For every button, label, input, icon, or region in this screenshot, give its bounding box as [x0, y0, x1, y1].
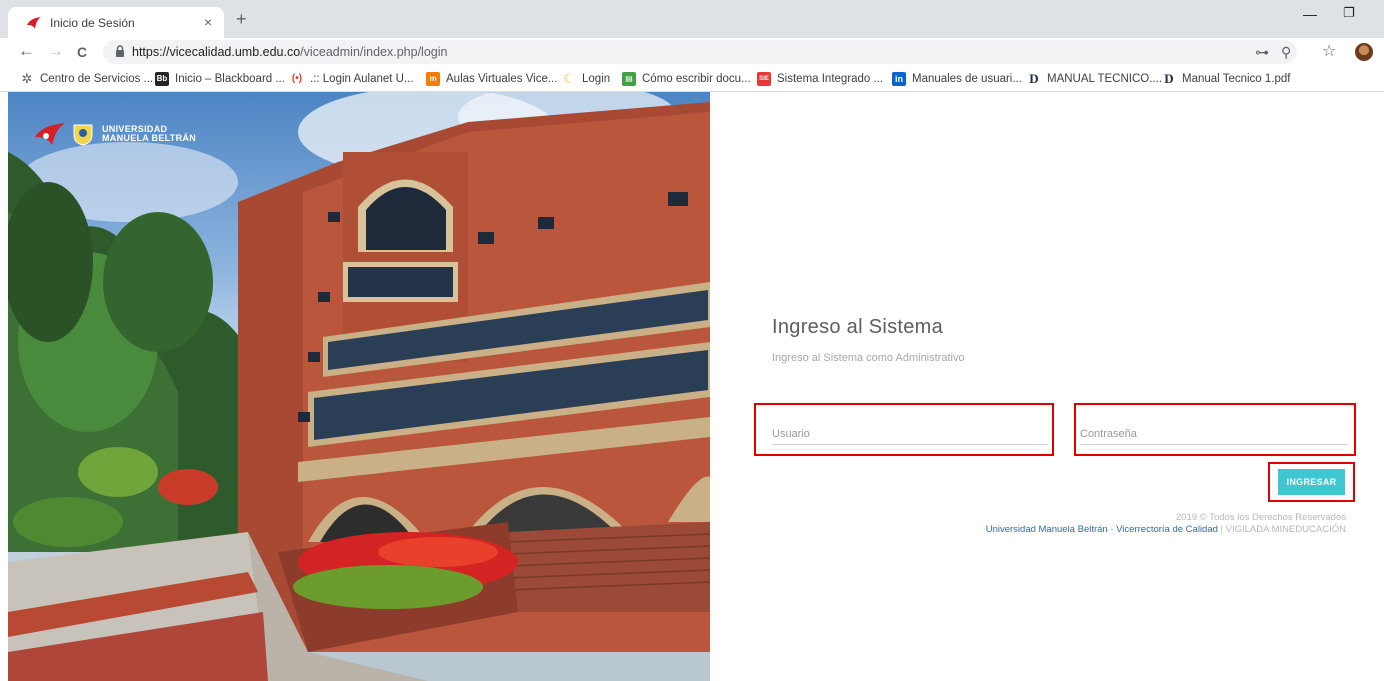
bookmark-item[interactable]: Bb Inicio – Blackboard ...	[155, 71, 285, 87]
blackboard-icon: Bb	[155, 72, 169, 86]
bookmarks-bar: ✲ Centro de Servicios ... Bb Inicio – Bl…	[0, 66, 1384, 92]
logo-line-2: MANUELA BELTRÁN	[102, 133, 196, 143]
footer-copyright: 2019 © Todos los Derechos Reservados	[1175, 512, 1346, 523]
bookmark-label: Aulas Virtuales Vice...	[446, 73, 558, 85]
aulanet-icon: (•)	[291, 73, 303, 84]
bookmark-item[interactable]: (•) .:: Login Aulanet U...	[290, 71, 414, 87]
bookmark-item[interactable]: ☾ Login	[562, 71, 610, 87]
apps-icon: ✲	[21, 71, 33, 86]
window-minimize-button[interactable]: —	[1303, 6, 1317, 22]
logo-text: UNIVERSIDAD MANUELA BELTRÁN	[102, 125, 196, 143]
bookmark-item[interactable]: ✲ Centro de Servicios ...	[20, 71, 154, 87]
profile-avatar[interactable]	[1355, 43, 1373, 61]
bookmark-label: Manuales de usuari...	[912, 73, 1022, 85]
tab-title: Inicio de Sesión	[50, 16, 135, 30]
sie-icon: SIE	[757, 72, 771, 86]
bookmark-item[interactable]: ▤ Cómo escribir docu...	[622, 71, 751, 87]
login-icon: ☾	[563, 71, 575, 86]
bookmark-item[interactable]: D MANUAL TECNICO....	[1027, 71, 1162, 87]
docs-icon: ▤	[622, 72, 636, 86]
login-panel: Ingreso al Sistema Ingreso al Sistema co…	[711, 92, 1384, 681]
window-restore-button[interactable]: ❐	[1343, 5, 1355, 21]
username-input[interactable]	[772, 423, 1048, 445]
bookmark-item[interactable]: m Aulas Virtuales Vice...	[426, 71, 557, 87]
vigilada-text: VIGILADA MINEDUCACIÓN	[1225, 524, 1346, 535]
campus-building-illustration	[8, 92, 710, 681]
bookmark-label: Login	[582, 73, 611, 85]
reload-icon[interactable]: C	[77, 42, 87, 62]
page-subtitle: Ingreso al Sistema como Administrativo	[772, 352, 965, 364]
bookmark-label: Centro de Servicios ...	[40, 73, 154, 85]
bookmark-label: Sistema Integrado ...	[777, 73, 884, 85]
bookmark-item[interactable]: SIE Sistema Integrado ...	[757, 71, 883, 87]
browser-tab-bar: Inicio de Sesión × + — ❐	[0, 0, 1384, 38]
doc-d-icon: D	[1164, 71, 1174, 86]
back-arrow-icon[interactable]: ←	[18, 41, 35, 61]
browser-tab-active[interactable]: Inicio de Sesión ×	[8, 7, 224, 38]
bookmark-item[interactable]: D Manual Tecnico 1.pdf	[1162, 71, 1290, 87]
url-host: https://vicecalidad.umb.edu.co	[132, 45, 301, 59]
zoom-icon[interactable]: ⚲	[1281, 44, 1291, 61]
bookmark-label: Cómo escribir docu...	[642, 73, 751, 85]
umb-crest-icon	[73, 124, 93, 146]
bookmark-label: Manual Tecnico 1.pdf	[1182, 73, 1291, 85]
browser-toolbar: ← → C https://vicecalidad.umb.edu.co/vic…	[0, 38, 1384, 66]
institution-link[interactable]: Universidad Manuela Beltrán · Vicerrecto…	[986, 524, 1218, 535]
linkedin-icon: in	[892, 72, 906, 86]
bookmark-item[interactable]: in Manuales de usuari...	[892, 71, 1022, 87]
bookmark-label: Inicio – Blackboard ...	[175, 73, 285, 85]
page-title: Ingreso al Sistema	[772, 316, 944, 338]
password-input[interactable]	[1080, 423, 1348, 445]
campus-hero-image: UNIVERSIDAD MANUELA BELTRÁN	[8, 92, 710, 681]
bookmark-label: MANUAL TECNICO....	[1047, 73, 1163, 85]
new-tab-button[interactable]: +	[236, 9, 247, 29]
url-path: /viceadmin/index.php/login	[300, 45, 448, 59]
bookmark-label: .:: Login Aulanet U...	[310, 73, 414, 85]
tab-close-icon[interactable]: ×	[204, 14, 212, 30]
lock-icon	[116, 45, 124, 57]
key-icon[interactable]: ⊶	[1255, 44, 1269, 61]
address-bar[interactable]: https://vicecalidad.umb.edu.co/viceadmin…	[103, 40, 1297, 64]
footer-separator: |	[1220, 524, 1223, 535]
url-text[interactable]: https://vicecalidad.umb.edu.co/viceadmin…	[132, 45, 447, 59]
forward-arrow-icon[interactable]: →	[47, 41, 64, 61]
moodle-icon: m	[426, 72, 440, 86]
doc-d-icon: D	[1029, 71, 1039, 86]
umb-favicon-icon	[27, 17, 41, 29]
footer-links: Universidad Manuela Beltrán · Vicerrecto…	[986, 524, 1346, 535]
bookmark-star-icon[interactable]: ☆	[1322, 41, 1336, 61]
umb-logo: UNIVERSIDAD MANUELA BELTRÁN	[34, 122, 196, 146]
login-submit-button[interactable]: INGRESAR	[1278, 469, 1345, 495]
umb-bird-icon	[35, 123, 65, 145]
